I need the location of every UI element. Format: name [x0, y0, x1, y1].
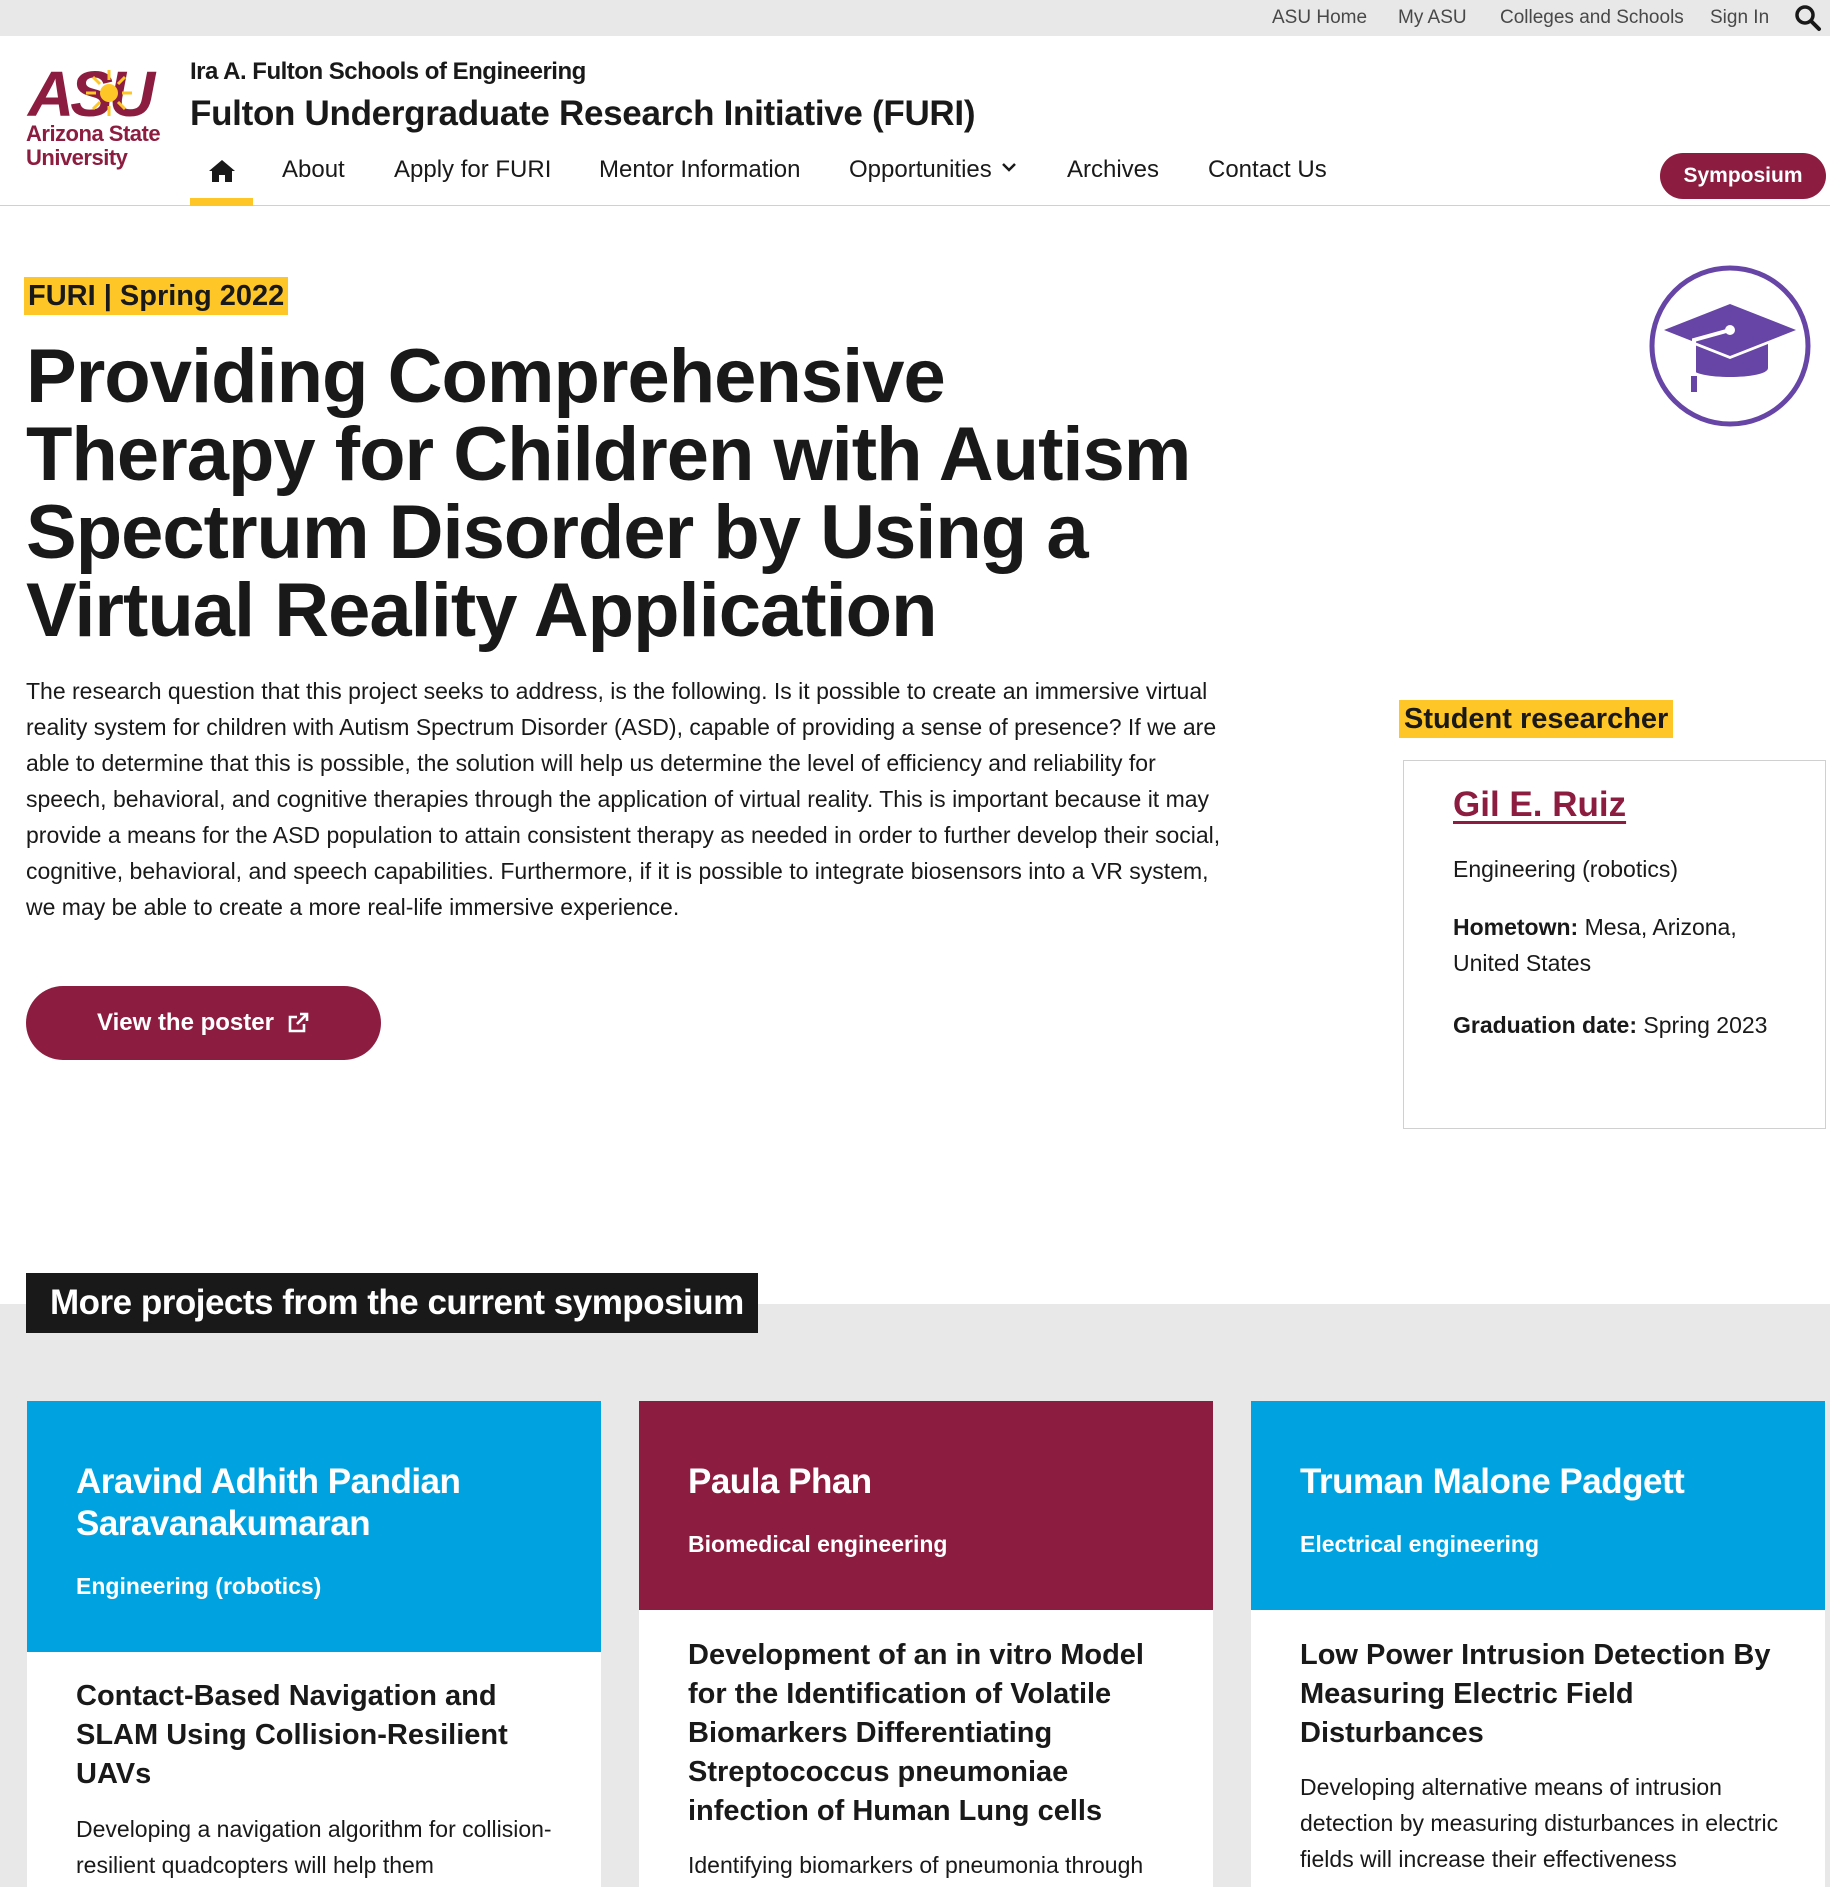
card-header: Truman Malone Padgett Electrical enginee…	[1251, 1401, 1825, 1610]
utility-link-my-asu[interactable]: My ASU	[1398, 7, 1467, 29]
card-description: Developing alternative means of intrusio…	[1300, 1774, 1779, 1872]
global-header: ASU Arizona State University Ira A. Fult…	[0, 36, 1830, 206]
search-icon[interactable]	[1794, 4, 1822, 32]
hometown-label: Hometown:	[1453, 914, 1579, 940]
student-hometown: Hometown: Mesa, Arizona, United States	[1453, 909, 1793, 981]
view-poster-button[interactable]: View the poster	[26, 986, 381, 1060]
logo-wordmark: Arizona State University	[26, 121, 161, 170]
sunburst-icon	[86, 70, 132, 116]
student-card: Gil E. Ruiz Engineering (robotics) Homet…	[1403, 760, 1826, 1129]
external-link-icon	[288, 1012, 309, 1033]
student-graduation: Graduation date: Spring 2023	[1453, 1007, 1793, 1043]
card-student-name: Aravind Adhith Pandian Saravanakumaran	[76, 1462, 461, 1543]
more-projects-heading: More projects from the current symposium	[26, 1273, 758, 1333]
unit-name[interactable]: Ira A. Fulton Schools of Engineering	[190, 58, 586, 86]
asu-logo[interactable]: ASU Arizona State University	[24, 62, 172, 174]
project-eyebrow: FURI | Spring 2022	[24, 277, 289, 315]
student-major: Engineering (robotics)	[1453, 856, 1679, 882]
card-header: Aravind Adhith Pandian Saravanakumaran E…	[27, 1401, 601, 1652]
view-poster-label: View the poster	[97, 1009, 274, 1036]
project-abstract: The research question that this project …	[26, 678, 1221, 920]
graduation-label: Graduation date:	[1453, 1012, 1638, 1038]
nav-opportunities[interactable]: Opportunities	[849, 156, 1016, 184]
utility-bar: ASU Home My ASU Colleges and Schools Sig…	[0, 0, 1830, 36]
logo-line-2: University	[26, 145, 128, 170]
nav-apply[interactable]: Apply for FURI	[394, 156, 551, 184]
graduation-value: Spring 2023	[1643, 1012, 1768, 1038]
card-title[interactable]: Contact-Based Navigation and SLAM Using …	[76, 1677, 566, 1794]
nav-opportunities-label: Opportunities	[849, 156, 992, 183]
site-title[interactable]: Fulton Undergraduate Research Initiative…	[190, 94, 975, 134]
logo-line-1: Arizona State	[26, 121, 161, 146]
active-indicator	[190, 198, 253, 206]
chevron-down-icon	[1001, 163, 1016, 172]
nav-about[interactable]: About	[282, 156, 345, 184]
utility-link-colleges[interactable]: Colleges and Schools	[1500, 7, 1684, 29]
symposium-button[interactable]: Symposium	[1660, 153, 1826, 199]
home-icon	[209, 160, 235, 182]
nav-home[interactable]	[190, 150, 253, 206]
card-description: Identifying biomarkers of pneumonia thro…	[688, 1852, 1144, 1878]
nav-archives[interactable]: Archives	[1067, 156, 1159, 184]
card-major: Electrical engineering	[1300, 1531, 1540, 1557]
card-student-name: Paula Phan	[688, 1462, 872, 1501]
project-card[interactable]: Paula Phan Biomedical engineering Develo…	[639, 1401, 1213, 1887]
project-card[interactable]: Aravind Adhith Pandian Saravanakumaran E…	[27, 1401, 601, 1887]
page-title: Providing Comprehensive Therapy for Chil…	[26, 334, 1191, 653]
card-header: Paula Phan Biomedical engineering	[639, 1401, 1213, 1610]
nav-mentor-information[interactable]: Mentor Information	[599, 156, 800, 184]
student-name-link[interactable]: Gil E. Ruiz	[1453, 785, 1626, 825]
card-major: Engineering (robotics)	[76, 1573, 322, 1599]
card-student-name: Truman Malone Padgett	[1300, 1462, 1685, 1501]
card-title[interactable]: Low Power Intrusion Detection By Measuri…	[1300, 1636, 1790, 1753]
card-major: Biomedical engineering	[688, 1531, 948, 1557]
card-title[interactable]: Development of an in vitro Model for the…	[688, 1636, 1178, 1831]
utility-link-asu-home[interactable]: ASU Home	[1272, 7, 1367, 29]
nav-contact-us[interactable]: Contact Us	[1208, 156, 1327, 184]
utility-link-sign-in[interactable]: Sign In	[1710, 7, 1769, 29]
student-researcher-label: Student researcher	[1399, 700, 1674, 738]
graduation-cap-icon	[1649, 265, 1811, 427]
project-card[interactable]: Truman Malone Padgett Electrical enginee…	[1251, 1401, 1825, 1887]
card-description: Developing a navigation algorithm for co…	[76, 1816, 552, 1878]
